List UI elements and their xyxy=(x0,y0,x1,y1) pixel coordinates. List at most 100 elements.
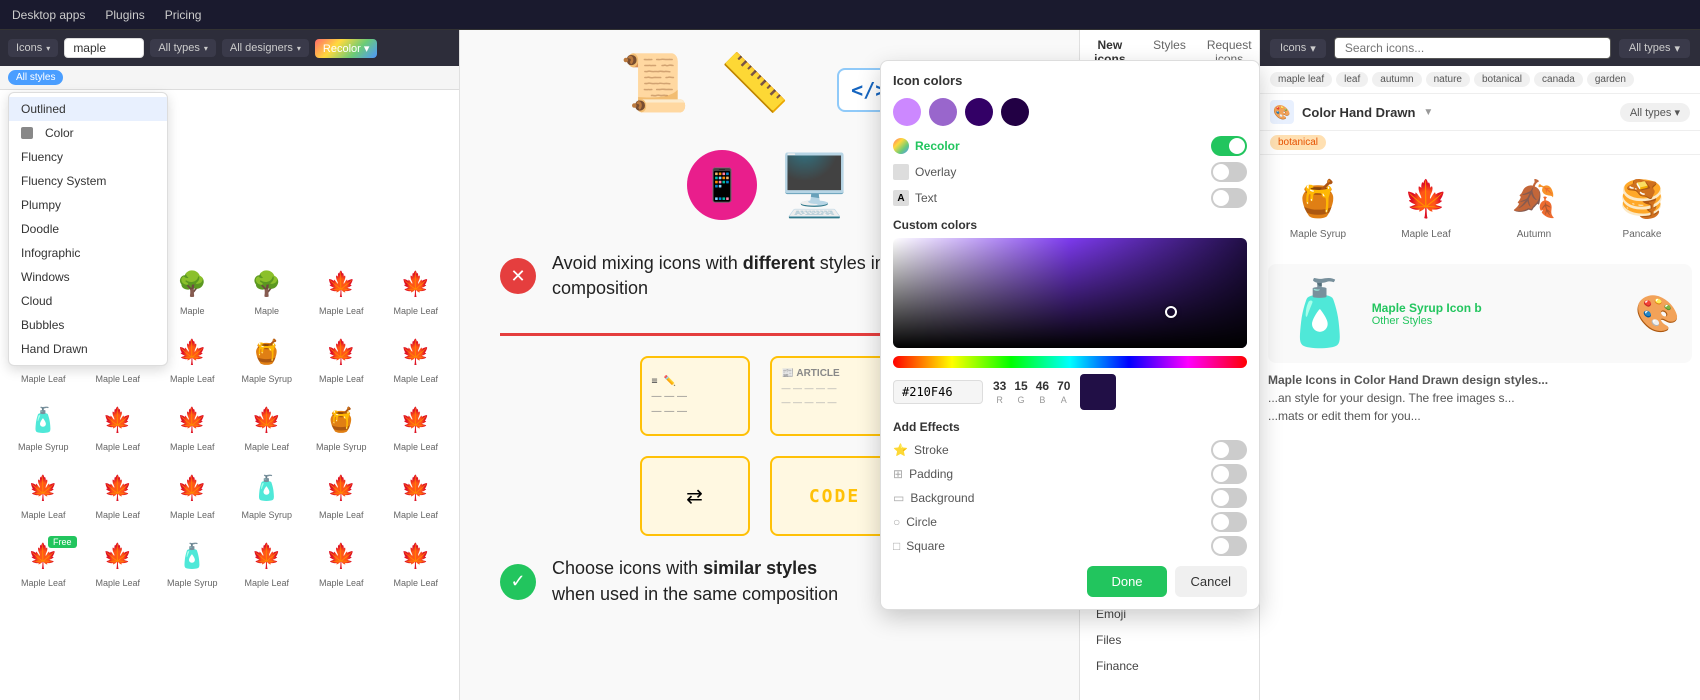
style-item-windows[interactable]: Windows xyxy=(9,265,167,289)
list-item[interactable]: 🍁 Maple Leaf xyxy=(381,258,452,322)
circle-toggle[interactable] xyxy=(1211,512,1247,532)
text-label-group: A Text xyxy=(893,190,937,206)
list-item[interactable]: 🍁 Maple Leaf xyxy=(157,394,228,458)
icon-maple-leaf-10: 🍁 xyxy=(321,332,361,372)
list-item[interactable]: 🧴 Maple Syrup xyxy=(8,394,79,458)
padding-toggle[interactable] xyxy=(1211,464,1247,484)
recolor-toggle[interactable] xyxy=(1211,136,1247,156)
color-circle-purple-dark[interactable] xyxy=(965,98,993,126)
all-designers-btn[interactable]: All designers ▾ xyxy=(222,39,309,57)
icons-btn-right[interactable]: Icons ▾ xyxy=(1270,39,1326,58)
nav-desktop-apps[interactable]: Desktop apps xyxy=(12,8,85,22)
search-input[interactable] xyxy=(64,38,144,58)
stroke-effect: ⭐ Stroke xyxy=(893,440,1247,460)
text-toggle[interactable] xyxy=(1211,188,1247,208)
list-item[interactable]: 🍁 Maple Leaf xyxy=(83,462,154,526)
style-item-infographic[interactable]: Infographic xyxy=(9,241,167,265)
color-circle-purple-mid[interactable] xyxy=(929,98,957,126)
cat-files[interactable]: Files xyxy=(1080,627,1259,653)
icons-dropdown-btn[interactable]: Icons ▾ xyxy=(8,39,58,57)
stroke-icon: ⭐ xyxy=(893,443,908,457)
list-item[interactable]: 🍁 Maple Leaf xyxy=(306,326,377,390)
all-types-label: All types xyxy=(158,42,200,54)
list-item[interactable]: 🌳 Maple xyxy=(232,258,303,322)
all-designers-arrow: ▾ xyxy=(297,44,301,53)
overlay-toggle[interactable] xyxy=(1211,162,1247,182)
style-item-fluency[interactable]: Fluency xyxy=(9,145,167,169)
list-item[interactable]: 🍁 Maple Leaf xyxy=(381,530,452,594)
style-item-outlined[interactable]: Outlined xyxy=(9,97,167,121)
list-item[interactable]: 🍁 Maple Leaf xyxy=(381,326,452,390)
tag-leaf[interactable]: leaf xyxy=(1336,72,1368,87)
rule-choose-text: Choose icons with similar styles when us… xyxy=(552,556,838,606)
rgb-b-field: 46 B xyxy=(1036,379,1049,405)
all-types-right-arrow: ▾ xyxy=(1674,42,1680,55)
tag-autumn[interactable]: autumn xyxy=(1372,72,1421,87)
tag-nature[interactable]: nature xyxy=(1426,72,1470,87)
cancel-button[interactable]: Cancel xyxy=(1175,566,1247,597)
list-item[interactable]: 🍁 Maple Leaf xyxy=(157,462,228,526)
style-item-plumpy[interactable]: Plumpy xyxy=(9,193,167,217)
all-styles-chip[interactable]: All styles xyxy=(8,70,63,85)
result-pancake[interactable]: 🥞 Pancake xyxy=(1592,163,1692,248)
list-item[interactable]: 🍁 Maple Leaf xyxy=(8,462,79,526)
list-item[interactable]: 🍁 Maple Leaf xyxy=(83,530,154,594)
stroke-toggle[interactable] xyxy=(1211,440,1247,460)
icon-label: Maple Leaf xyxy=(319,578,364,588)
style-item-bubbles[interactable]: Bubbles xyxy=(9,313,167,337)
result-autumn[interactable]: 🍂 Autumn xyxy=(1484,163,1584,248)
other-styles-link[interactable]: Other Styles xyxy=(1372,315,1482,327)
list-item[interactable]: 🍁 Maple Leaf xyxy=(381,394,452,458)
all-types-btn[interactable]: All types ▾ xyxy=(150,39,216,57)
rgb-r-label: R xyxy=(996,395,1003,405)
background-toggle[interactable] xyxy=(1211,488,1247,508)
all-types-style-btn[interactable]: All types ▾ xyxy=(1620,103,1690,122)
list-item[interactable]: 🍁 Maple Leaf xyxy=(306,258,377,322)
tag-botanical[interactable]: botanical xyxy=(1474,72,1530,87)
style-item-cloud[interactable]: Cloud xyxy=(9,289,167,313)
result-maple-syrup[interactable]: 🍯 Maple Syrup xyxy=(1268,163,1368,248)
nav-pricing[interactable]: Pricing xyxy=(165,8,202,22)
subtag-botanical[interactable]: botanical xyxy=(1270,135,1326,150)
list-item[interactable]: 🍯 Maple Syrup xyxy=(306,394,377,458)
color-circle-purple-light[interactable] xyxy=(893,98,921,126)
search-icons-input[interactable] xyxy=(1334,37,1611,59)
list-item[interactable]: 🍁 Maple Leaf xyxy=(232,530,303,594)
square-toggle[interactable] xyxy=(1211,536,1247,556)
text-icon: A xyxy=(893,190,909,206)
list-item[interactable]: 🍁 Maple Leaf xyxy=(306,462,377,526)
style-item-doodle[interactable]: Doodle xyxy=(9,217,167,241)
list-item[interactable]: 🍁 Maple Leaf xyxy=(306,530,377,594)
result-maple-leaf[interactable]: 🍁 Maple Leaf xyxy=(1376,163,1476,248)
circle-label: Circle xyxy=(906,515,937,529)
style-item-color[interactable]: Color xyxy=(9,121,167,145)
far-right-panel: Icons ▾ All types ▾ maple leaf leaf autu… xyxy=(1260,30,1700,700)
tag-canada[interactable]: canada xyxy=(1534,72,1583,87)
icon-label: Maple Leaf xyxy=(170,442,215,452)
color-circle-purple-darkest[interactable] xyxy=(1001,98,1029,126)
tag-maple-leaf[interactable]: maple leaf xyxy=(1270,72,1332,87)
style-item-fluency-system[interactable]: Fluency System xyxy=(9,169,167,193)
list-item[interactable]: 🍁 Maple Leaf xyxy=(83,394,154,458)
list-item[interactable]: Free 🍁 Maple Leaf xyxy=(8,530,79,594)
color-gradient-picker[interactable] xyxy=(893,238,1247,348)
hue-slider[interactable] xyxy=(893,356,1247,368)
all-designers-label: All designers xyxy=(230,42,293,54)
all-types-btn-right[interactable]: All types ▾ xyxy=(1619,39,1690,58)
all-types-arrow: ▾ xyxy=(204,44,208,53)
recolor-btn[interactable]: Recolor ▾ xyxy=(315,39,378,58)
list-item[interactable]: 🍁 Maple Leaf xyxy=(381,462,452,526)
selected-icon-name[interactable]: Maple Syrup Icon b xyxy=(1372,301,1482,315)
icon-description: Maple Icons in Color Hand Drawn design s… xyxy=(1268,363,1692,433)
tag-garden[interactable]: garden xyxy=(1587,72,1634,87)
left-toolbar: Icons ▾ All types ▾ All designers ▾ Reco… xyxy=(0,30,459,66)
hex-input[interactable] xyxy=(893,380,983,404)
done-button[interactable]: Done xyxy=(1087,566,1166,597)
nav-plugins[interactable]: Plugins xyxy=(105,8,144,22)
style-item-hand-drawn[interactable]: Hand Drawn xyxy=(9,337,167,361)
cat-finance[interactable]: Finance xyxy=(1080,653,1259,679)
list-item[interactable]: 🍯 Maple Syrup xyxy=(232,326,303,390)
list-item[interactable]: 🧴 Maple Syrup xyxy=(232,462,303,526)
list-item[interactable]: 🍁 Maple Leaf xyxy=(232,394,303,458)
list-item[interactable]: 🧴 Maple Syrup xyxy=(157,530,228,594)
